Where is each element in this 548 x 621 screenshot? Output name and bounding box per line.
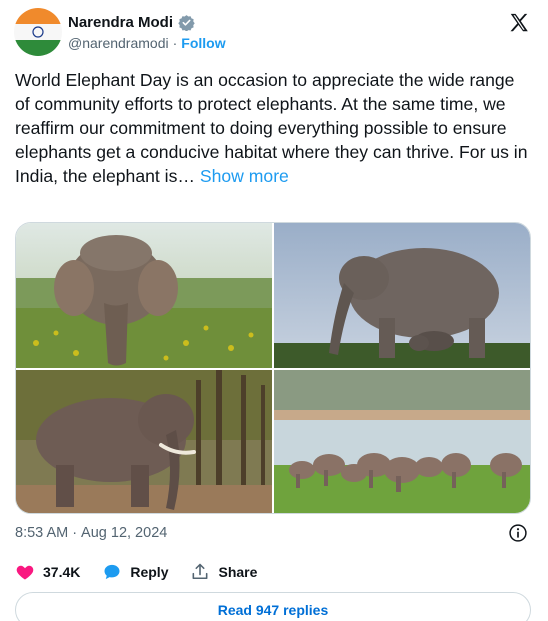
follow-button[interactable]: Follow bbox=[181, 35, 225, 51]
share-button[interactable]: Share bbox=[190, 562, 257, 582]
handle-separator: · bbox=[172, 35, 178, 51]
tweet-timestamp[interactable]: 8:53 AM · Aug 12, 2024 bbox=[15, 525, 167, 541]
read-replies-label: Read 947 replies bbox=[217, 602, 329, 618]
share-label: Share bbox=[218, 564, 258, 580]
display-name[interactable]: Narendra Modi bbox=[68, 14, 173, 31]
like-button[interactable]: 37.4K bbox=[15, 562, 80, 582]
media-image-2[interactable] bbox=[274, 223, 530, 368]
reply-label: Reply bbox=[130, 564, 169, 580]
tweet-header: Narendra Modi @narendramodi · Follow bbox=[14, 6, 534, 56]
share-icon bbox=[193, 563, 208, 580]
media-image-3[interactable] bbox=[16, 370, 272, 513]
show-more-link[interactable]: Show more bbox=[200, 166, 289, 186]
avatar-flag-image bbox=[14, 8, 62, 56]
media-image-4[interactable] bbox=[274, 370, 530, 513]
handle[interactable]: @narendramodi bbox=[68, 35, 169, 51]
read-replies-button[interactable]: Read 947 replies bbox=[15, 592, 531, 621]
verified-badge-icon bbox=[178, 14, 195, 32]
reply-bubble-icon bbox=[104, 564, 120, 580]
avatar[interactable] bbox=[14, 8, 62, 56]
tweet-date: Aug 12, 2024 bbox=[81, 525, 168, 541]
like-count: 37.4K bbox=[43, 564, 81, 580]
tweet-time: 8:53 AM bbox=[15, 525, 69, 541]
media-image-1[interactable] bbox=[16, 223, 272, 368]
tweet-text: World Elephant Day is an occasion to app… bbox=[15, 68, 530, 188]
timestamp-separator: · bbox=[72, 525, 78, 541]
x-logo-icon[interactable] bbox=[508, 12, 530, 34]
info-icon[interactable] bbox=[508, 523, 528, 543]
heart-icon bbox=[16, 565, 34, 580]
tweet-actions: 37.4K Reply Share bbox=[15, 562, 257, 582]
reply-button[interactable]: Reply bbox=[102, 562, 168, 582]
media-grid bbox=[15, 222, 531, 514]
